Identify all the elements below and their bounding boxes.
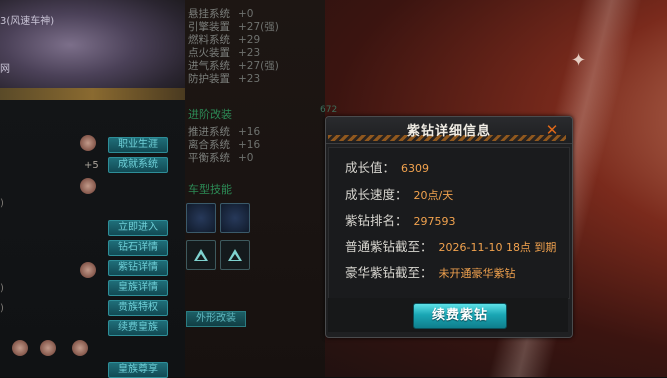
system-row: 进气系统 +27(强) xyxy=(188,60,279,72)
system-row: 推进系统 +16 xyxy=(188,126,261,138)
appearance-mod-button[interactable]: 外形改装 xyxy=(186,311,246,327)
renew-royal-button[interactable]: 续费皇族 xyxy=(108,320,168,336)
dialog-title: 紫钻详细信息 xyxy=(406,124,491,139)
player-title-text: 3(风速车神) xyxy=(0,16,55,27)
growth-value-row: 成长值： 6309 xyxy=(345,160,429,176)
plus-value: +5 xyxy=(84,160,99,171)
sparkle-icon: ✦ xyxy=(571,50,587,71)
badge-icon xyxy=(72,340,88,356)
diamond-detail-button[interactable]: 钻石详情 xyxy=(108,240,168,256)
bracket-mark: ) xyxy=(0,198,4,209)
advanced-mod-heading: 进阶改装 xyxy=(188,108,232,121)
close-icon[interactable]: ✕ xyxy=(545,123,559,138)
bracket-mark: ) xyxy=(0,303,4,314)
triangle-skill-icon[interactable] xyxy=(186,240,216,270)
medal-icon xyxy=(80,178,96,194)
luxury-expiry-row: 豪华紫钻截至： 未开通豪华紫钻 xyxy=(345,265,516,281)
medal-icon xyxy=(80,262,96,278)
row-label: 普通紫钻截至： xyxy=(345,239,433,254)
bracket-mark: ) xyxy=(0,283,4,294)
system-row: 防护装置 +23 xyxy=(188,73,261,85)
row-value: 未开通豪华紫钻 xyxy=(438,267,516,280)
row-label: 紫钻排名： xyxy=(345,213,408,228)
growth-speed-row: 成长速度： 20点/天 xyxy=(345,187,453,203)
row-value: 297593 xyxy=(413,215,456,228)
royal-detail-button[interactable]: 皇族详情 xyxy=(108,280,168,296)
row-label: 成长值： xyxy=(345,160,396,175)
dialog-footer: 续费紫钻 xyxy=(328,298,568,332)
badge-icon xyxy=(40,340,56,356)
purple-diamond-detail-button[interactable]: 紫钻详情 xyxy=(108,260,168,276)
skill-slot-icon[interactable] xyxy=(186,203,216,233)
royal-exclusive-button[interactable]: 皇族尊享 xyxy=(108,362,168,378)
row-value: 20点/天 xyxy=(413,189,454,202)
car-skill-heading: 车型技能 xyxy=(188,183,232,196)
row-value: 6309 xyxy=(401,162,430,175)
achievement-button[interactable]: 成就系统 xyxy=(108,157,168,173)
row-label: 成长速度： xyxy=(345,187,408,202)
ranking-row: 紫钻排名： 297593 xyxy=(345,213,456,229)
system-row: 点火装置 +23 xyxy=(188,47,261,59)
badge-icon xyxy=(12,340,28,356)
normal-expiry-row: 普通紫钻截至： 2026-11-10 18点 到期 xyxy=(345,239,556,255)
noble-privilege-button[interactable]: 贵族特权 xyxy=(108,300,168,316)
renew-purple-diamond-button[interactable]: 续费紫钻 xyxy=(413,303,507,329)
system-row: 平衡系统 +0 xyxy=(188,152,254,164)
faint-number: 672 xyxy=(320,105,338,115)
dialog-body: 成长值： 6309 成长速度： 20点/天 紫钻排名： 297593 普通紫钻截至： 2… xyxy=(328,147,570,299)
purple-diamond-dialog: 紫钻详细信息 ✕ 成长值： 6309 成长速度： 20点/天 紫钻排名： 297593… xyxy=(325,116,573,338)
portrait-frame-strip xyxy=(0,88,185,100)
row-label: 豪华紫钻截至： xyxy=(345,265,433,280)
system-row: 离合系统 +16 xyxy=(188,139,261,151)
medal-icon xyxy=(80,135,96,151)
modification-list: 悬挂系统 +0 引擎装置 +27(强) 燃料系统 +29 点火装置 +23 进气系统 +2… xyxy=(188,8,279,86)
system-row: 燃料系统 +29 xyxy=(188,34,261,46)
enter-now-button[interactable]: 立即进入 xyxy=(108,220,168,236)
advanced-mod-list: 推进系统 +16 离合系统 +16 平衡系统 +0 xyxy=(188,126,260,165)
career-button[interactable]: 职业生涯 xyxy=(108,137,168,153)
system-row: 引擎装置 +27(强) xyxy=(188,21,279,33)
triangle-skill-icon[interactable] xyxy=(220,240,250,270)
dialog-header: 紫钻详细信息 ✕ xyxy=(326,117,572,144)
system-row: 悬挂系统 +0 xyxy=(188,8,254,20)
player-subtitle-text: 网 xyxy=(0,64,10,75)
skill-slot-icon[interactable] xyxy=(220,203,250,233)
row-value: 2026-11-10 18点 到期 xyxy=(438,241,557,254)
